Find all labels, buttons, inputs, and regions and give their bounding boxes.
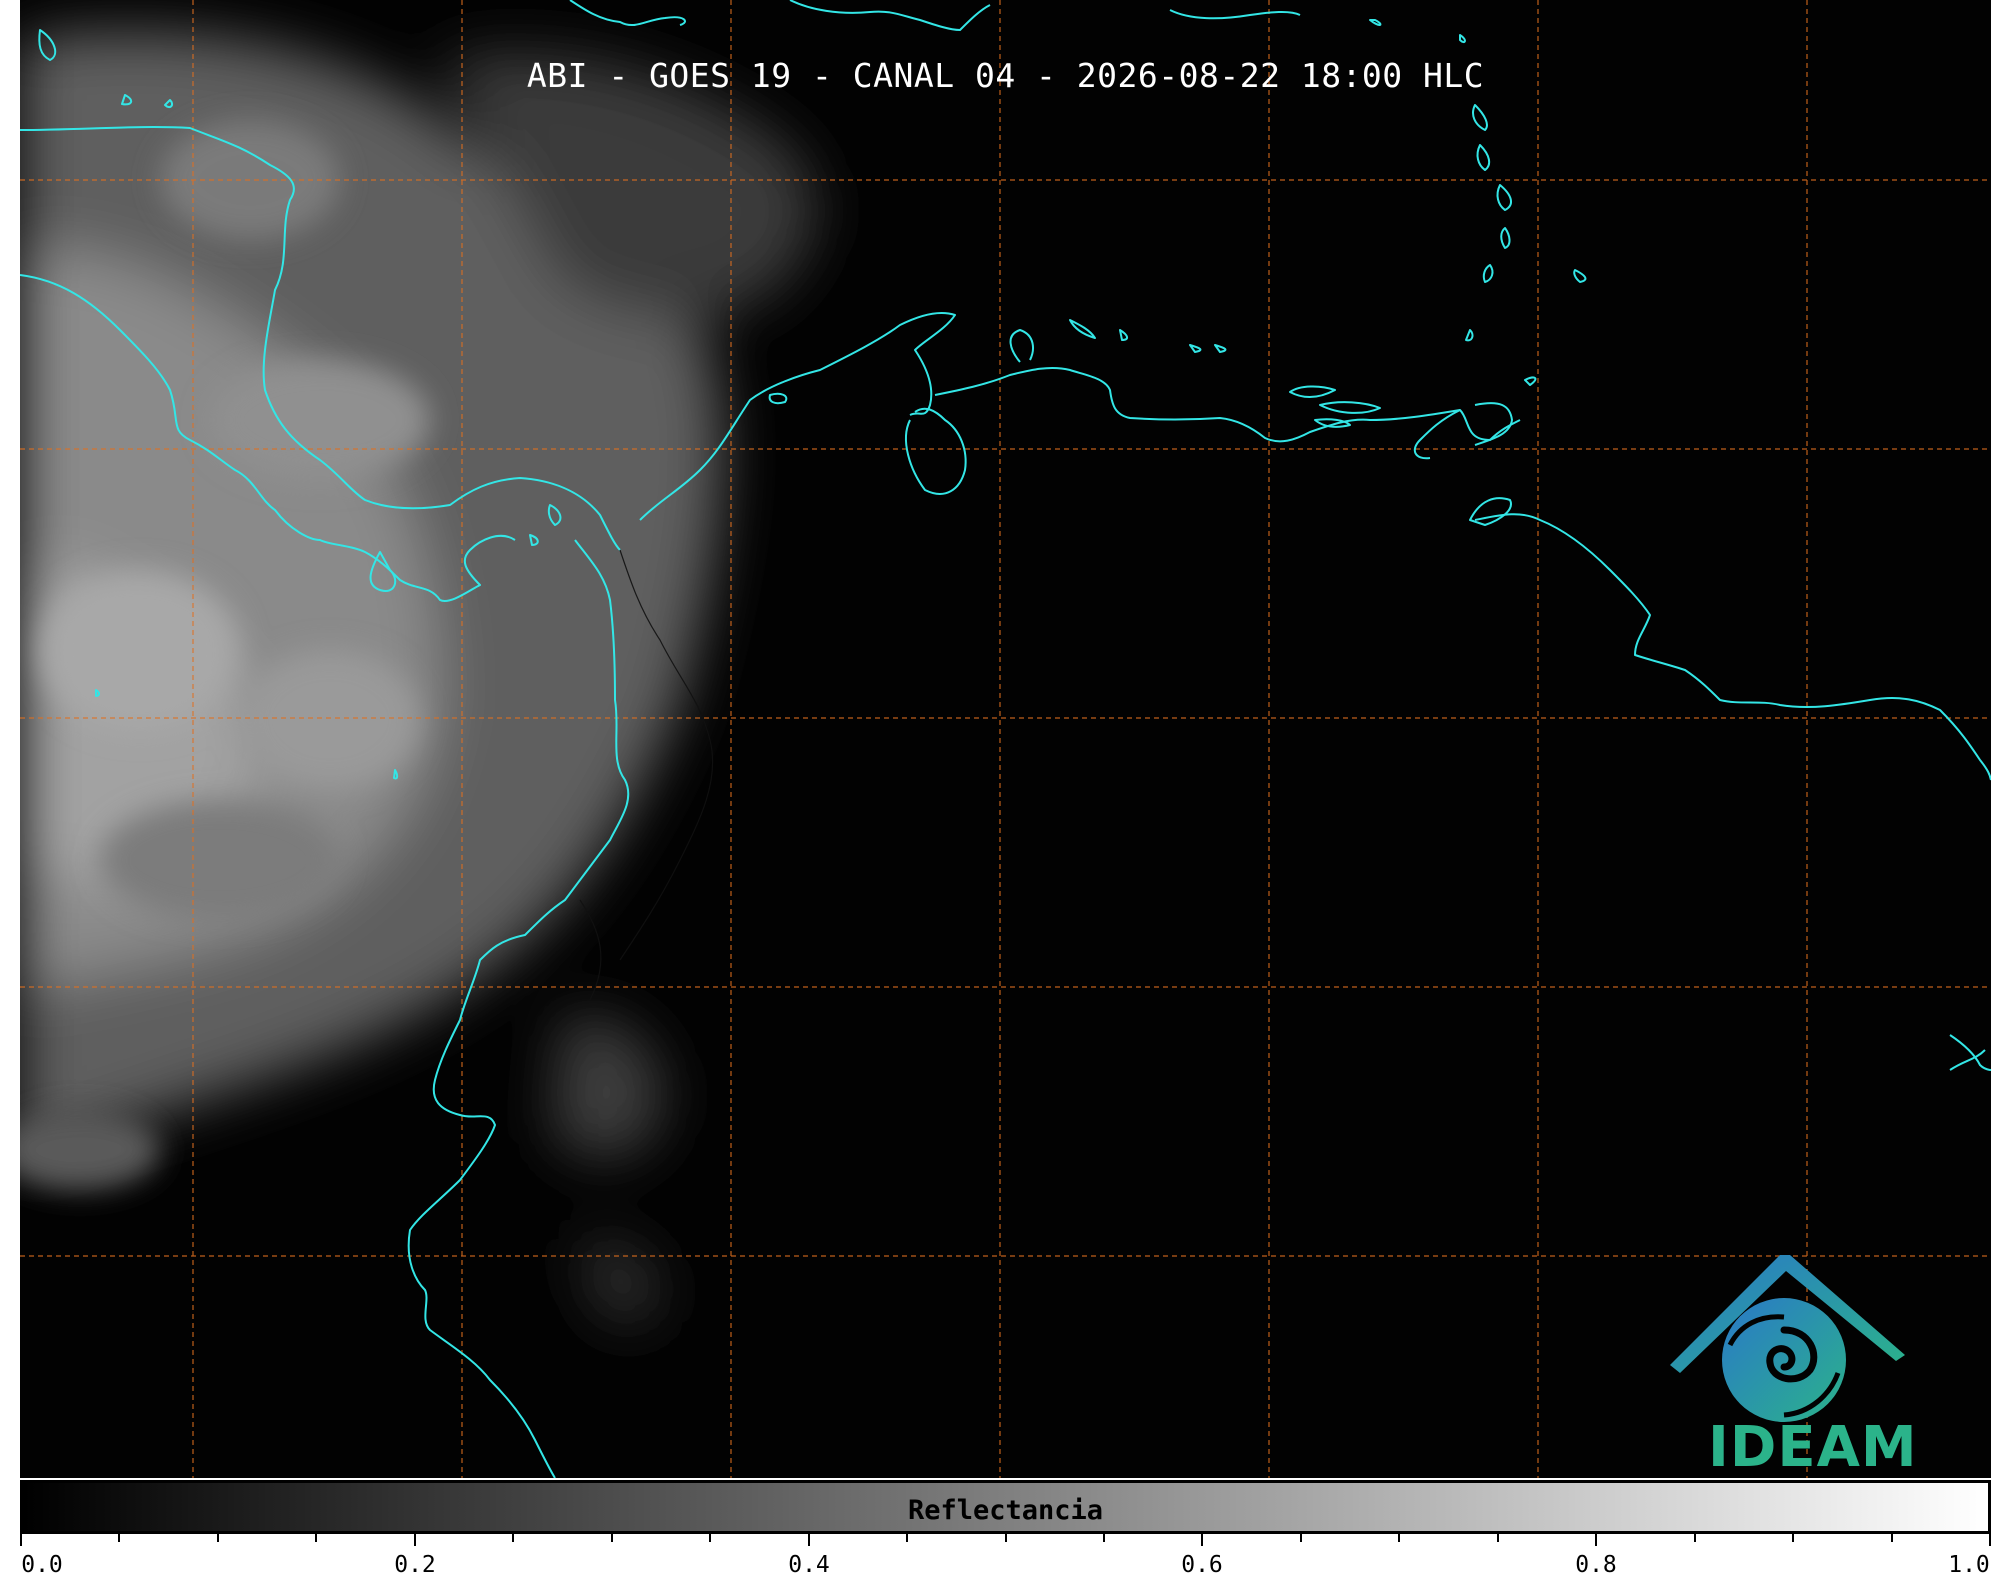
colorbar-minor-tick — [315, 1534, 317, 1542]
colorbar-minor-tick — [1497, 1534, 1499, 1542]
colorbar-tick-label: 0.4 — [788, 1552, 830, 1578]
colorbar-minor-tick — [1300, 1534, 1302, 1542]
colorbar-label: Reflectancia — [907, 1495, 1104, 1526]
colorbar-minor-tick — [1891, 1534, 1893, 1542]
colorbar-major-tick — [414, 1534, 416, 1546]
colorbar-tick-label: 0.6 — [1181, 1552, 1223, 1578]
colorbar-minor-tick — [611, 1534, 613, 1542]
colorbar-minor-tick — [709, 1534, 711, 1542]
logo-text: IDEAM — [1708, 1415, 1918, 1478]
colorbar-tick-label: 0.2 — [394, 1552, 436, 1578]
colorbar-tick-label: 0.0 — [21, 1552, 63, 1578]
colorbar-minor-tick — [512, 1534, 514, 1542]
colorbar-major-tick — [808, 1534, 810, 1546]
colorbar-minor-tick — [1792, 1534, 1794, 1542]
colorbar-axis: 0.0 0.2 0.4 0.6 0.8 1.0 — [20, 1534, 1991, 1578]
map-title: ABI - GOES 19 - CANAL 04 - 2026-08-22 18… — [526, 56, 1485, 95]
colorbar-tick-label: 1.0 — [1948, 1552, 1990, 1578]
colorbar-major-tick — [1201, 1534, 1203, 1546]
satellite-map: ABI - GOES 19 - CANAL 04 - 2026-08-22 18… — [20, 0, 1991, 1478]
colorbar-minor-tick — [1005, 1534, 1007, 1542]
colorbar-minor-tick — [1398, 1534, 1400, 1542]
colorbar-major-tick — [1989, 1534, 1991, 1546]
colorbar-minor-tick — [217, 1534, 219, 1542]
colorbar-major-tick — [1595, 1534, 1597, 1546]
colorbar-major-tick — [20, 1534, 22, 1546]
colorbar-minor-tick — [1694, 1534, 1696, 1542]
colorbar-minor-tick — [118, 1534, 120, 1542]
colorbar-tick-label: 0.8 — [1575, 1552, 1617, 1578]
colorbar-minor-tick — [1103, 1534, 1105, 1542]
colorbar-minor-tick — [906, 1534, 908, 1542]
colorbar: Reflectancia — [20, 1480, 1991, 1534]
